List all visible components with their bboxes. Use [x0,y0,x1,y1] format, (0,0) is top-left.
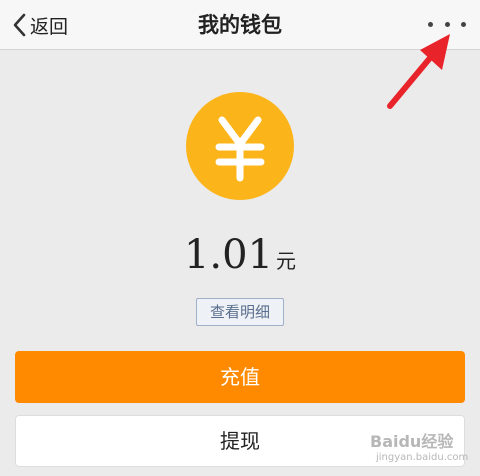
withdraw-button[interactable]: 提现 [15,415,465,467]
balance-amount: 1.01 [183,232,274,278]
red-arrow-annotation [380,30,460,116]
more-dot [444,21,450,27]
chevron-left-icon [12,13,26,37]
balance-unit: 元 [276,249,297,273]
more-dot [428,21,433,27]
balance-display: 1.01 元 [0,232,480,278]
back-button[interactable]: 返回 [12,8,68,42]
more-dot [461,21,466,27]
back-label: 返回 [30,15,69,38]
yuan-coin-icon [186,92,294,200]
view-details-button[interactable]: 查看明细 [196,298,284,326]
recharge-button[interactable]: 充值 [15,351,465,403]
